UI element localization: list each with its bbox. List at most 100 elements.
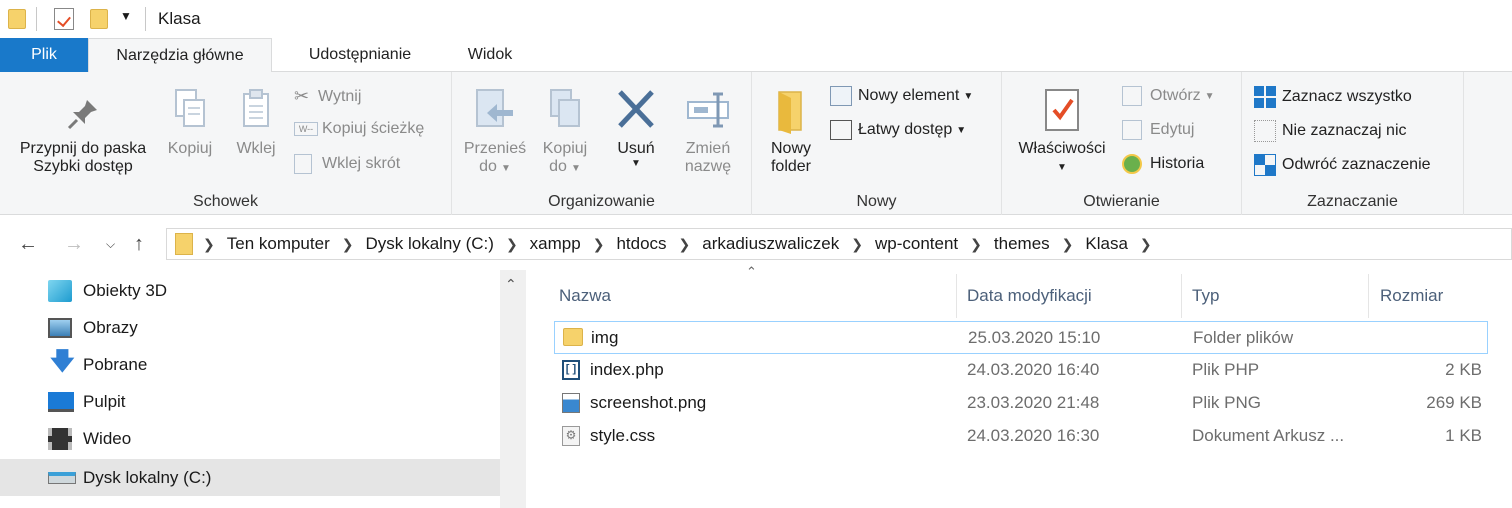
open-button[interactable]: Otwórz ▼ <box>1122 86 1215 106</box>
cut-button[interactable]: ✂ Wytnij <box>294 86 361 107</box>
up-arrow-icon[interactable]: ↑ <box>134 226 144 262</box>
nav-item-pictures[interactable]: Obrazy <box>0 309 500 346</box>
column-divider[interactable] <box>1181 274 1182 318</box>
back-arrow-icon[interactable]: ← <box>18 226 38 262</box>
chevron-right-icon[interactable]: ❯ <box>679 236 691 253</box>
select-none-icon <box>1254 120 1276 142</box>
new-item-label: Nowy element <box>858 87 960 104</box>
group-select: Zaznacz wszystko Nie zaznaczaj nic Odwró… <box>1242 72 1464 215</box>
breadcrumb-item[interactable]: Klasa ❯ <box>1085 234 1163 254</box>
table-row[interactable]: screenshot.png 23.03.2020 21:48 Plik PNG… <box>554 387 1488 420</box>
chevron-right-icon[interactable]: ❯ <box>506 236 518 253</box>
select-none-button[interactable]: Nie zaznaczaj nic <box>1254 120 1407 142</box>
new-folder-button[interactable]: Nowy folder <box>760 88 822 176</box>
css-file-icon: ⚙ <box>562 426 580 446</box>
nav-item-3d-objects[interactable]: Obiekty 3D <box>0 272 500 309</box>
navigation-pane-scrollbar[interactable]: ⌃ <box>500 270 526 508</box>
column-header-type[interactable]: Typ <box>1192 274 1362 318</box>
group-label-clipboard: Schowek <box>193 193 258 210</box>
column-divider[interactable] <box>1368 274 1369 318</box>
chevron-right-icon[interactable]: ❯ <box>1140 236 1152 253</box>
paste-shortcut-label: Wklej skrót <box>322 155 401 172</box>
copy-label: Kopiuj <box>167 140 213 157</box>
folder-icon[interactable] <box>8 9 26 29</box>
column-divider[interactable] <box>956 274 957 318</box>
copy-to-button[interactable]: Kopiuj do ▼ <box>534 86 596 176</box>
rename-button[interactable]: Zmień nazwę <box>674 86 742 176</box>
move-to-label-line2: do ▼ <box>460 158 530 176</box>
column-header-date[interactable]: Data modyfikacji <box>967 274 1179 318</box>
recent-locations-chevron-icon[interactable]: ⌵ <box>106 226 115 262</box>
nav-item-desktop[interactable]: Pulpit <box>0 383 500 420</box>
column-header-size[interactable]: Rozmiar <box>1380 274 1500 318</box>
address-bar[interactable]: ❯ Ten komputer ❯ Dysk lokalny (C:) ❯ xampp… <box>166 228 1512 260</box>
chevron-right-icon[interactable]: ❯ <box>851 236 863 253</box>
nav-item-local-disk[interactable]: Dysk lokalny (C:) <box>0 459 500 496</box>
group-organize: Przenieś do ▼ Kopiuj do ▼ Usuń ▼ Zmień n… <box>452 72 752 215</box>
tab-file[interactable]: Plik <box>0 38 88 72</box>
select-all-icon <box>1254 86 1276 108</box>
breadcrumb-item[interactable]: xampp ❯ <box>530 234 617 254</box>
copy-icon <box>175 89 205 127</box>
nav-item-downloads[interactable]: 🡇 Pobrane <box>0 346 500 383</box>
new-item-button[interactable]: Nowy element ▼ <box>830 86 973 106</box>
paste-shortcut-button[interactable]: Wklej skrót <box>294 154 400 174</box>
ribbon-tabs: Plik Narzędzia główne Udostępnianie Wido… <box>0 38 1512 73</box>
dropdown-arrow-icon: ▼ <box>1057 162 1067 173</box>
file-size: 269 KB <box>1426 393 1482 412</box>
image-file-icon <box>562 393 580 413</box>
paste-button[interactable]: Wklej <box>226 86 286 158</box>
tab-share[interactable]: Udostępnianie <box>280 38 440 72</box>
select-all-button[interactable]: Zaznacz wszystko <box>1254 86 1412 108</box>
new-folder-icon[interactable] <box>90 9 108 29</box>
move-to-button[interactable]: Przenieś do ▼ <box>460 86 530 176</box>
properties-icon[interactable] <box>54 8 74 30</box>
file-date: 24.03.2020 16:30 <box>967 426 1100 445</box>
breadcrumb-item[interactable]: Ten komputer ❯ <box>227 234 366 254</box>
edit-button[interactable]: Edytuj <box>1122 120 1194 140</box>
move-to-label-line1: Przenieś <box>463 140 527 157</box>
copy-button[interactable]: Kopiuj <box>160 86 220 158</box>
new-folder-label-line1: Nowy <box>770 140 811 157</box>
tab-home[interactable]: Narzędzia główne <box>88 38 272 73</box>
properties-button[interactable]: Właściwości ▼ <box>1010 86 1114 173</box>
column-header-name[interactable]: Nazwa <box>559 274 954 318</box>
table-row[interactable]: ⚙ style.css 24.03.2020 16:30 Dokument Ar… <box>554 420 1488 453</box>
dropdown-arrow-icon: ▼ <box>956 124 967 136</box>
navigation-bar: ← → ⌵ ↑ ❯ Ten komputer ❯ Dysk lokalny (C:… <box>0 226 1512 262</box>
delete-button[interactable]: Usuń ▼ <box>608 86 664 169</box>
breadcrumb-item[interactable]: themes ❯ <box>994 234 1085 254</box>
breadcrumb-item[interactable]: wp-content ❯ <box>875 234 994 254</box>
dropdown-arrow-icon: ▼ <box>500 163 511 174</box>
easy-access-button[interactable]: Łatwy dostęp ▼ <box>830 120 966 140</box>
invert-selection-button[interactable]: Odwróć zaznaczenie <box>1254 154 1431 176</box>
nav-item-videos[interactable]: Wideo <box>0 420 500 457</box>
scroll-up-icon[interactable]: ⌃ <box>505 276 517 293</box>
tab-view[interactable]: Widok <box>440 38 540 72</box>
file-size: 2 KB <box>1445 360 1482 379</box>
table-row[interactable]: [ ] index.php 24.03.2020 16:40 Plik PHP … <box>554 354 1488 387</box>
forward-arrow-icon[interactable]: → <box>64 226 84 262</box>
pin-quick-access-button[interactable]: Przypnij do paska Szybki dostęp <box>8 94 158 176</box>
history-button[interactable]: Historia <box>1122 154 1204 174</box>
copy-path-button[interactable]: W-- Kopiuj ścieżkę <box>294 120 424 138</box>
copy-path-label: Kopiuj ścieżkę <box>322 120 425 137</box>
chevron-right-icon[interactable]: ❯ <box>970 236 982 253</box>
breadcrumb-item[interactable]: htdocs ❯ <box>616 234 702 254</box>
chevron-right-icon[interactable]: ❯ <box>342 236 354 253</box>
table-row[interactable]: img 25.03.2020 15:10 Folder plików <box>554 321 1488 354</box>
breadcrumb-item[interactable]: Dysk lokalny (C:) ❯ <box>365 234 529 254</box>
move-to-label-text: do <box>479 158 497 175</box>
chevron-right-icon[interactable]: ❯ <box>1062 236 1074 253</box>
invert-selection-icon <box>1254 154 1276 176</box>
chevron-right-icon[interactable]: ❯ <box>593 236 605 253</box>
dropdown-arrow-icon: ▼ <box>963 90 974 102</box>
file-size: 1 KB <box>1445 426 1482 445</box>
file-type: Dokument Arkusz ... <box>1192 426 1345 445</box>
customize-toolbar-icon[interactable]: ▼ <box>120 9 132 23</box>
file-list: ⌃ Nazwa Data modyfikacji Typ Rozmiar img… <box>526 262 1512 508</box>
breadcrumb-label: themes <box>993 234 1050 253</box>
copy-to-label-text: do <box>549 158 567 175</box>
breadcrumb-chevron-icon[interactable]: ❯ <box>203 236 227 253</box>
breadcrumb-item[interactable]: arkadiuszwaliczek ❯ <box>702 234 875 254</box>
